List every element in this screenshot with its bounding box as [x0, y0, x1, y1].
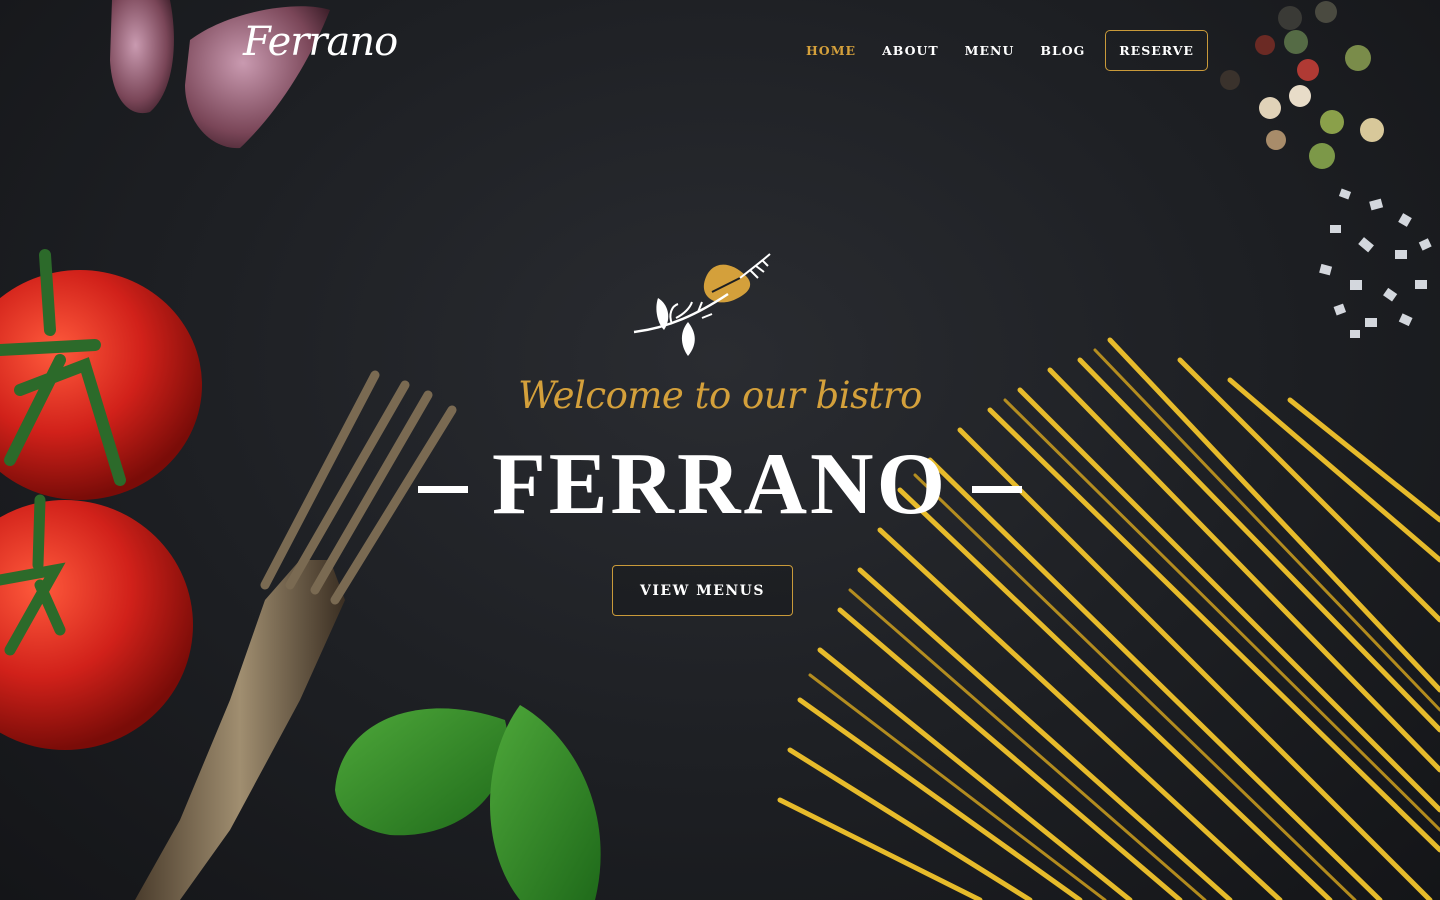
peppercorns [1220, 1, 1384, 169]
nav-link-blog[interactable]: BLOG [1040, 43, 1085, 58]
view-menus-button[interactable]: VIEW MENUS [612, 565, 793, 616]
herb-ornament-icon [633, 253, 771, 356]
hero-title-row: FERRANO [0, 437, 1440, 533]
basil-leaves [335, 705, 601, 900]
salt-crystals [1319, 188, 1432, 338]
title-dash-right [972, 485, 1023, 493]
hero-tagline: Welcome to our bistro [518, 374, 922, 417]
nav-link-home[interactable]: HOME [806, 43, 856, 58]
main-navigation: HOME ABOUT MENU BLOG RESERVE [806, 29, 1208, 71]
site-logo[interactable]: Ferrano [243, 14, 398, 70]
hero-title: FERRANO [491, 436, 949, 533]
nav-link-menu[interactable]: MENU [965, 43, 1015, 58]
nav-link-about[interactable]: ABOUT [882, 43, 939, 58]
reserve-button[interactable]: RESERVE [1105, 29, 1208, 71]
title-dash-left [417, 485, 468, 493]
